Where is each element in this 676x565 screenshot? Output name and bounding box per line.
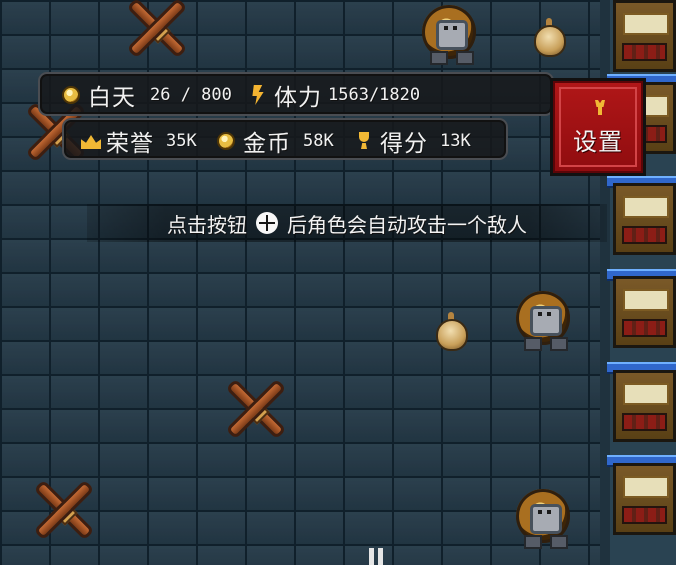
monster-foot-icon (550, 337, 568, 351)
lightning-icon (248, 84, 268, 106)
bud-body-icon (534, 25, 566, 57)
onion-bud-top[interactable] (528, 18, 570, 60)
dungeon-monster-bottom[interactable] (508, 484, 578, 554)
sun-coin-icon (62, 86, 80, 104)
monster-foot-icon (524, 337, 542, 351)
monster-face-icon (530, 504, 562, 534)
wall-shrine-3 (613, 183, 676, 255)
wooden-cross-top (115, 0, 199, 72)
gold-label: 金币 (243, 131, 291, 157)
settings-label: 设置 (573, 129, 623, 156)
monster-foot-icon (430, 51, 448, 65)
cross-knot-icon (52, 500, 78, 526)
crosshair-icon (256, 212, 278, 234)
monster-foot-icon (524, 535, 542, 549)
dungeon-monster-middle[interactable] (508, 286, 578, 356)
monster-eye-icon (547, 510, 551, 514)
trophy-icon (354, 131, 374, 151)
honor-stat: 荣誉 35K (80, 128, 197, 157)
status-hud: 白天 26 / 800 体力 1563/1820 荣誉 35K 金币 58K 得… (38, 72, 665, 185)
wall-shrine-6 (613, 463, 676, 535)
monster-foot-icon (550, 535, 568, 549)
score-label: 得分 (380, 131, 428, 157)
monster-eye-icon (547, 312, 551, 316)
cross-knot-icon (244, 399, 270, 425)
monster-eye-icon (444, 26, 448, 30)
score-value: 13K (440, 131, 471, 151)
attack-hint: 点击按钮 后角色会自动攻击一个敌人 (87, 204, 607, 242)
day-label: 白天 (88, 85, 136, 111)
crown-icon (80, 132, 102, 150)
monster-foot-icon (456, 51, 474, 65)
monster-face-icon (436, 20, 468, 50)
wooden-cross-bottom (22, 470, 106, 554)
wall-shrine-1 (613, 0, 676, 72)
honor-value: 35K (166, 131, 197, 151)
settings-button[interactable]: 设置 (550, 78, 646, 176)
cross-knot-icon (145, 18, 171, 44)
day-value: 26 / 800 (150, 85, 232, 105)
hint-before-text: 点击按钮 (167, 212, 247, 237)
hint-after-text: 后角色会自动攻击一个敌人 (287, 212, 527, 237)
monster-face-icon (530, 306, 562, 336)
stamina-label: 体力 (274, 85, 322, 111)
dungeon-monster-top[interactable] (414, 0, 484, 70)
honor-label: 荣誉 (106, 131, 154, 157)
onion-bud-middle[interactable] (430, 312, 472, 354)
score-stat: 得分 13K (354, 128, 471, 157)
wall-shrine-5 (613, 370, 676, 442)
wall-shrine-4 (613, 276, 676, 348)
monster-eye-icon (538, 510, 542, 514)
bud-body-icon (436, 319, 468, 351)
stamina-value: 1563/1820 (328, 85, 421, 105)
stamina-stat: 体力 1563/1820 (248, 82, 421, 111)
wooden-cross-middle (214, 369, 298, 453)
gold-stat: 金币 58K (217, 128, 334, 157)
monster-eye-icon (538, 312, 542, 316)
pause-icon[interactable] (365, 548, 387, 565)
primary-stats-bar: 白天 26 / 800 体力 1563/1820 (38, 72, 554, 116)
secondary-stats-bar: 荣誉 35K 金币 58K 得分 13K (62, 118, 508, 160)
day-stat: 白天 26 / 800 (62, 82, 232, 111)
wrench-icon (591, 99, 609, 115)
monster-eye-icon (453, 26, 457, 30)
gold-value: 58K (303, 131, 334, 151)
gold-coin-icon (217, 132, 235, 150)
